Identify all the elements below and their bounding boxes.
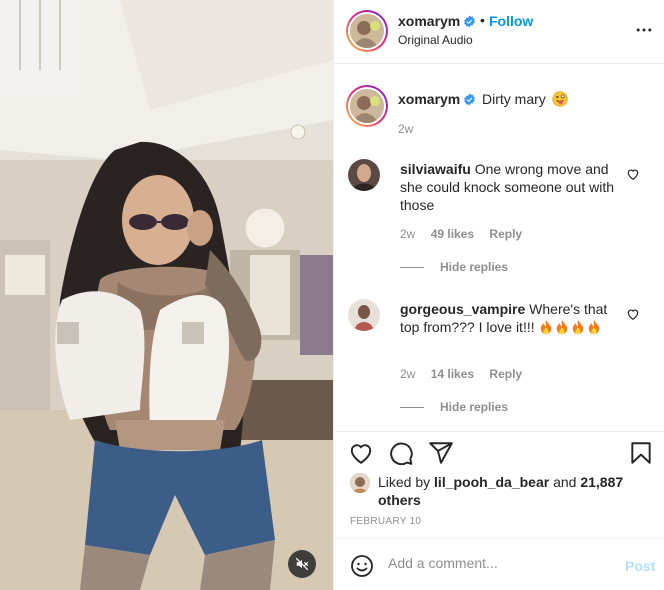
liker-avatar[interactable] [350,473,370,493]
commenter-avatar[interactable] [348,159,380,191]
comment-body: silviawaifu One wrong move and she could… [400,160,616,214]
heart-icon[interactable] [348,440,374,466]
replies-divider [400,267,424,269]
follow-button[interactable]: Follow [489,13,533,29]
reply-button[interactable]: Reply [489,367,522,381]
comment-meta: 2w 14 likes Reply [400,367,534,381]
caption-timestamp[interactable]: 2w [398,122,413,136]
comment-username[interactable]: silviawaifu [400,161,471,177]
commenter-avatar[interactable] [348,299,380,331]
fire-icon [588,320,599,334]
liked-by-text: Liked by lil_pooh_da_bear and 21,887 oth… [378,473,648,509]
liked-by-prefix: Liked by [378,474,431,490]
hide-replies-label[interactable]: Hide replies [440,260,508,274]
caption-text: Dirty mary [482,91,568,107]
tongue-emoji-icon [552,91,568,107]
reply-button[interactable]: Reply [489,227,522,241]
post-panel: xomarym • Follow Original Audio xomarym … [333,0,664,590]
liker-username[interactable]: lil_pooh_da_bear [434,474,549,490]
liked-by-conjunction: and [553,474,577,490]
post-button[interactable]: Post [625,558,655,574]
comments-list[interactable]: xomarym Dirty mary 2w silviawaifu One wr… [334,65,664,431]
audio-label[interactable]: Original Audio [398,33,473,47]
separator-dot: • [480,12,485,28]
comment-body: gorgeous_vampire Where's that top from??… [400,300,616,336]
hide-replies-button[interactable]: Hide replies [400,400,508,414]
comment-time[interactable]: 2w [400,227,415,241]
action-bar [334,431,664,471]
fire-icon [572,320,583,334]
emoji-icon[interactable] [350,554,374,578]
add-comment-bar: Post [334,538,664,590]
author-username-text[interactable]: xomarym [398,13,460,29]
comment-icon[interactable] [388,440,414,466]
mute-icon [295,557,309,571]
comment-likes[interactable]: 49 likes [431,227,474,241]
caption-username-text[interactable]: xomarym [398,91,460,107]
fire-icon [556,320,567,334]
hide-replies-label[interactable]: Hide replies [440,400,508,414]
like-comment-heart-icon[interactable] [626,307,640,321]
share-icon[interactable] [428,440,454,466]
replies-divider [400,407,424,409]
save-icon[interactable] [628,440,654,466]
comment-likes[interactable]: 14 likes [431,367,474,381]
video-frame [0,0,333,590]
comment-meta: 2w 49 likes Reply [400,227,534,241]
post-header: xomarym • Follow Original Audio [334,0,664,64]
caption-text-value: Dirty mary [482,91,546,107]
author-avatar[interactable] [346,10,388,52]
hide-replies-button[interactable]: Hide replies [400,260,508,274]
post-date[interactable]: FEBRUARY 10 [350,516,421,527]
post-media[interactable] [0,0,333,590]
more-options-icon[interactable] [634,20,654,40]
comment-username[interactable]: gorgeous_vampire [400,301,525,317]
author-username[interactable]: xomarym [398,13,476,29]
caption-avatar[interactable] [346,85,388,127]
comment-time[interactable]: 2w [400,367,415,381]
caption-username[interactable]: xomarym [398,91,476,107]
fire-icon [540,320,551,334]
verified-badge-icon [464,93,476,106]
comment-input[interactable] [388,555,608,571]
verified-badge-icon [464,15,476,28]
mute-button[interactable] [288,550,316,578]
like-comment-heart-icon[interactable] [626,167,640,181]
